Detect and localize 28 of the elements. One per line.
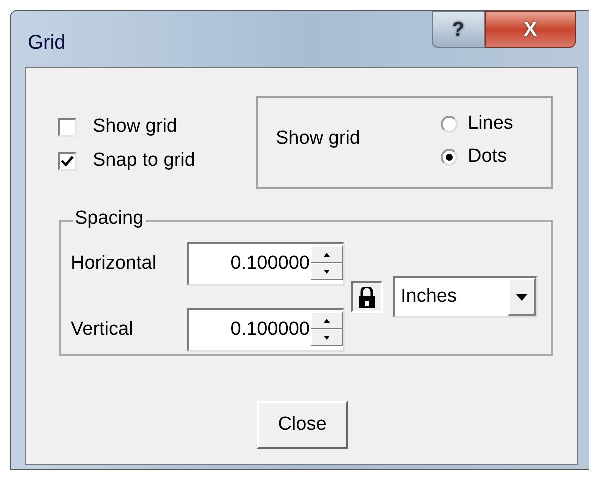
window-close-button[interactable]: X	[485, 11, 576, 48]
radio-button[interactable]	[441, 148, 458, 166]
field-label: Horizontal	[71, 252, 158, 276]
close-dialog-button[interactable]: Close	[257, 401, 348, 449]
checkbox[interactable]: Snap to grid	[58, 148, 256, 174]
help-button[interactable]: ?	[432, 11, 485, 48]
radio-label[interactable]: Lines	[468, 110, 514, 138]
down-arrow-icon	[324, 270, 330, 274]
spin-up-button[interactable]	[311, 246, 343, 263]
radio-label[interactable]: Dots	[468, 142, 508, 172]
up-arrow-icon	[324, 318, 330, 322]
down-arrow-icon	[324, 336, 330, 340]
padlock-icon	[359, 286, 375, 308]
number-field[interactable]: 0.100000	[187, 308, 345, 352]
number-field[interactable]: 0.100000	[187, 242, 345, 286]
up-arrow-icon	[324, 252, 330, 256]
spin-up-button[interactable]	[311, 312, 343, 329]
radio-button[interactable]	[441, 116, 458, 132]
group-label: Show grid	[276, 127, 362, 152]
dropdown-arrow-icon	[516, 294, 528, 300]
checkmark-icon	[61, 156, 74, 166]
window-title: Grid	[28, 31, 66, 56]
lock-button[interactable]	[351, 281, 383, 313]
field-label: Vertical	[71, 318, 134, 342]
checkbox[interactable]: Show grid	[58, 114, 256, 140]
spin-down-button[interactable]	[311, 329, 343, 346]
spin-down-button[interactable]	[311, 263, 343, 280]
units-dropdown[interactable]: Inches	[393, 276, 538, 318]
